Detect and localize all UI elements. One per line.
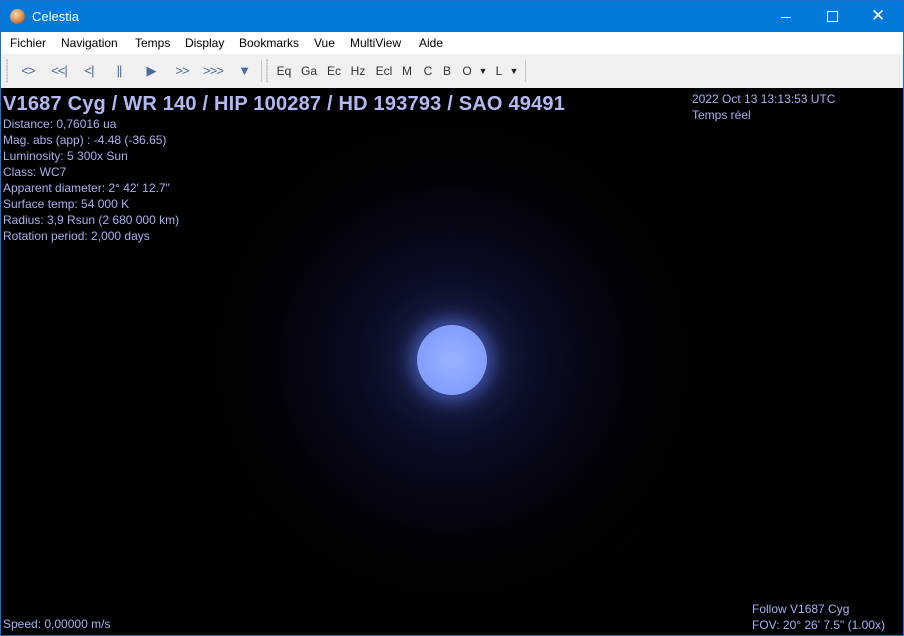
much-faster-button[interactable]: >>> <box>200 63 226 79</box>
slower-button[interactable]: <| <box>79 63 99 79</box>
info-surface-temp: Surface temp: 54 000 K <box>3 197 130 211</box>
star-disc[interactable] <box>417 325 487 395</box>
info-apparent-diameter: Apparent diameter: 2° 42' 12.7" <box>3 181 170 195</box>
menu-bookmarks[interactable]: Bookmarks <box>239 36 299 50</box>
pause-button[interactable]: || <box>109 63 129 79</box>
much-slower-button[interactable]: <<| <box>47 63 71 79</box>
menu-aide[interactable]: Aide <box>419 36 443 50</box>
equatorial-grid-button[interactable]: Eq <box>274 63 294 79</box>
toolbar: <> <<| <| || ▶ >> >>> ▼ Eq Ga Ec Hz Ecl … <box>1 54 903 89</box>
speed-readout: Speed: 0,00000 m/s <box>3 617 111 631</box>
menu-temps[interactable]: Temps <box>135 36 170 50</box>
title-bar[interactable]: Celestia ✕ <box>1 1 903 32</box>
menu-bar: Fichier Navigation Temps Display Bookmar… <box>1 32 903 54</box>
reverse-time-button[interactable]: <> <box>17 63 39 79</box>
maximize-button[interactable] <box>809 1 855 32</box>
follow-status: Follow V1687 Cyg <box>752 602 850 616</box>
selected-object-name: V1687 Cyg / WR 140 / HIP 100287 / HD 193… <box>3 93 566 115</box>
time-mode: Temps réel <box>692 108 751 122</box>
orbits-dropdown-icon[interactable]: ▼ <box>478 63 488 79</box>
menu-fichier[interactable]: Fichier <box>10 36 46 50</box>
constellations-button[interactable]: C <box>420 63 436 79</box>
fov-readout: FOV: 20° 26' 7.5" (1.00x) <box>752 618 885 632</box>
info-class: Class: WC7 <box>3 165 67 179</box>
close-button[interactable]: ✕ <box>855 1 901 32</box>
time-toolbar-grip[interactable] <box>6 59 8 83</box>
labels-dropdown-icon[interactable]: ▼ <box>509 63 519 79</box>
maximize-icon <box>827 11 838 22</box>
window-title: Celestia <box>32 9 79 24</box>
boundaries-button[interactable]: B <box>439 63 455 79</box>
toolbar-separator <box>261 60 262 82</box>
celestia-app-icon <box>10 9 25 24</box>
ecliptic-grid-button[interactable]: Ec <box>324 63 344 79</box>
ecliptic-line-button[interactable]: Ecl <box>373 63 395 79</box>
info-distance: Distance: 0,76016 ua <box>3 117 117 131</box>
filter-icon[interactable]: ▼ <box>234 63 254 79</box>
render-viewport[interactable]: V1687 Cyg / WR 140 / HIP 100287 / HD 193… <box>1 88 903 635</box>
markers-button[interactable]: M <box>399 63 415 79</box>
menu-vue[interactable]: Vue <box>314 36 335 50</box>
menu-multiview[interactable]: MultiView <box>350 36 401 50</box>
toolbar-separator-end <box>525 60 526 82</box>
galactic-grid-button[interactable]: Ga <box>299 63 319 79</box>
play-button[interactable]: ▶ <box>141 63 161 79</box>
render-toolbar-grip[interactable] <box>266 59 268 83</box>
menu-display[interactable]: Display <box>185 36 224 50</box>
labels-button[interactable]: L <box>491 63 507 79</box>
info-rotation-period: Rotation period: 2,000 days <box>3 229 150 243</box>
celestia-window: Celestia ✕ Fichier Navigation Temps Disp… <box>0 0 904 636</box>
horizontal-grid-button[interactable]: Hz <box>348 63 368 79</box>
menu-navigation[interactable]: Navigation <box>61 36 118 50</box>
simulation-datetime: 2022 Oct 13 13:13:53 UTC <box>692 92 836 106</box>
close-icon: ✕ <box>871 6 886 25</box>
faster-button[interactable]: >> <box>171 63 193 79</box>
info-luminosity: Luminosity: 5 300x Sun <box>3 149 128 163</box>
info-radius: Radius: 3,9 Rsun (2 680 000 km) <box>3 213 180 227</box>
orbits-button[interactable]: O <box>459 63 475 79</box>
minimize-icon <box>781 17 791 18</box>
minimize-button[interactable] <box>763 1 809 32</box>
info-magnitude: Mag. abs (app) : -4.48 (-36.65) <box>3 133 167 147</box>
